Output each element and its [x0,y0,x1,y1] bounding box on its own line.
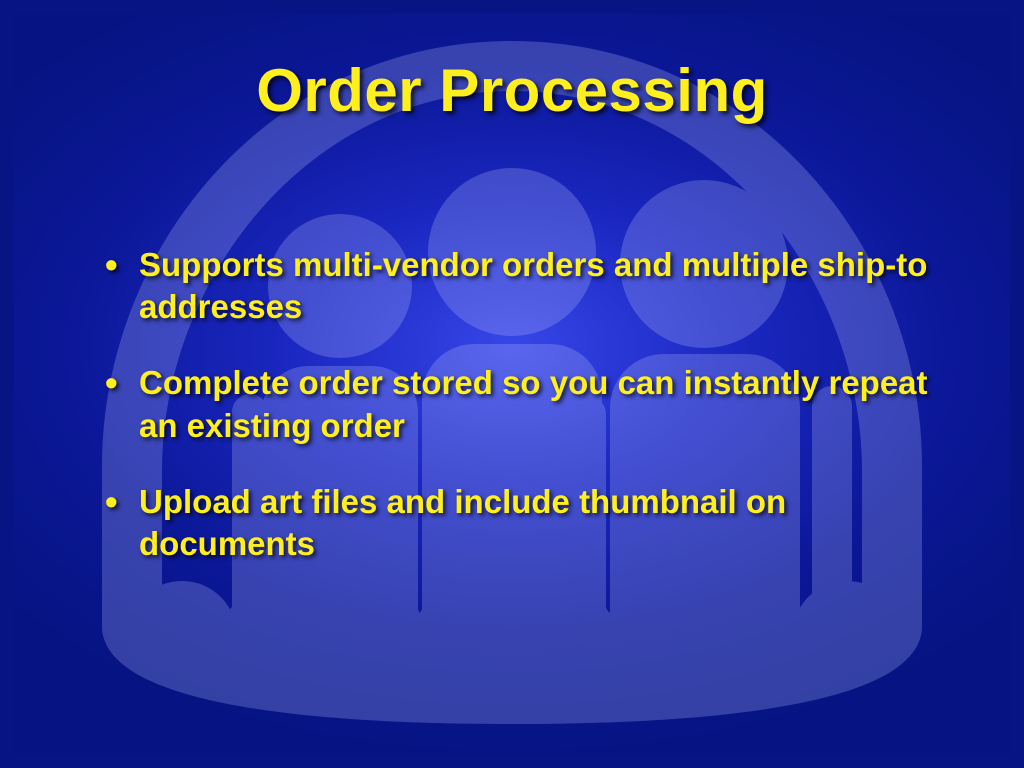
slide: Order Processing Supports multi-vendor o… [14,14,1010,754]
bullet-item: Upload art files and include thumbnail o… [99,481,950,565]
bullet-item: Complete order stored so you can instant… [99,362,950,446]
bullet-item: Supports multi-vendor orders and multipl… [99,244,950,328]
slide-title: Order Processing [14,56,1010,125]
bullet-list: Supports multi-vendor orders and multipl… [99,244,950,599]
